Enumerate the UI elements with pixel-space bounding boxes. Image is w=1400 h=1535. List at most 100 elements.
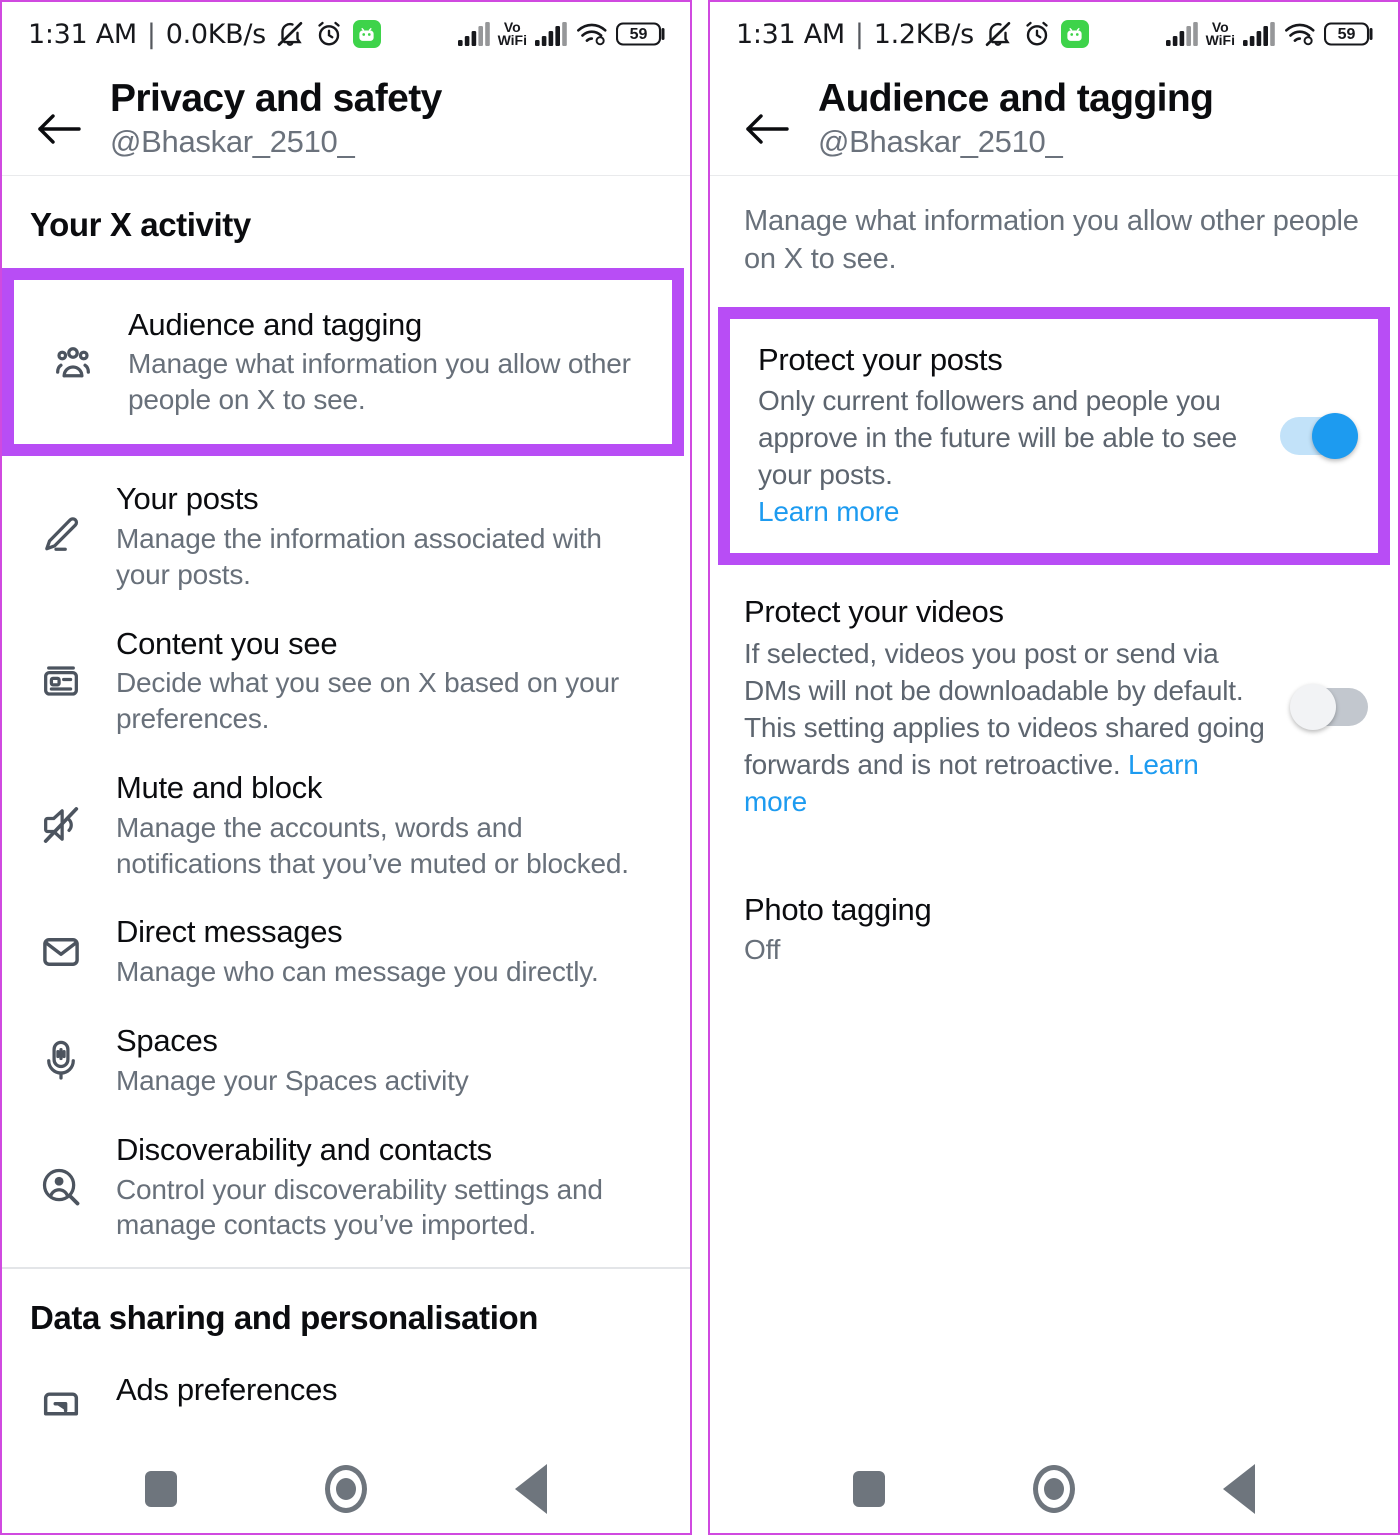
list-item-title: Spaces [116,1023,218,1059]
status-data-rate: 1.2KB/s [873,18,975,50]
speaker-mute-icon [28,802,94,848]
list-item-description: Manage the accounts, words and notificat… [116,811,629,879]
list-item-title: Discoverability and contacts [116,1131,492,1167]
settings-list-left: Your X activity Audience and tagging Man… [2,176,690,1533]
arrow-left-icon [38,114,81,144]
settings-list-right: Manage what information you allow other … [710,176,1398,1533]
setting-body: Photo tagging Off [744,891,1368,966]
status-bar-left: 1:31 AM | 0.0KB/s Vo WiFi 59 [2,2,690,66]
person-search-icon [28,1164,94,1210]
signal-bars-sim2-icon [534,21,568,47]
setting-title: Protect your videos [744,594,1004,630]
list-item-title: Your posts [116,481,259,517]
list-item-body: Discoverability and contacts Control you… [94,1131,666,1243]
section-title-your-x-activity: Your X activity [30,205,251,243]
home-button[interactable] [1033,1465,1075,1513]
status-bar-right: 1:31 AM | 1.2KB/s Vo WiFi 59 [710,2,1398,66]
status-bar-right-cluster: Vo WiFi 59 [457,20,668,48]
list-item-direct-messages[interactable]: Direct messages Manage who can message y… [2,897,690,1006]
vowifi-indicator: Vo WiFi [497,20,527,48]
bell-muted-icon [983,19,1013,49]
wifi-icon [1283,21,1317,47]
status-bar-left-cluster: 1:31 AM | 1.2KB/s [736,19,1089,50]
wifi-icon [575,21,609,47]
list-item-description: Manage who can message you directly. [116,956,599,988]
list-item-ads-preferences[interactable]: Ads preferences [2,1355,690,1451]
list-item-title: Mute and block [116,770,323,805]
alarm-icon [314,19,344,49]
status-time: 1:31 AM [736,18,845,50]
vowifi-wifi-label: WiFi [497,32,527,48]
back-nav-button[interactable] [1223,1464,1255,1514]
status-data-rate: 0.0KB/s [165,18,267,50]
recents-button[interactable] [853,1471,885,1507]
phone-screen-privacy-and-safety: 1:31 AM | 0.0KB/s Vo WiFi 59 Privacy and… [0,0,692,1535]
list-item-description: Manage your Spaces activity [116,1064,469,1096]
setting-value: Off [744,933,781,965]
account-handle: @Bhaskar_2510_ [818,124,1063,160]
list-item-description: Control your discoverability settings an… [116,1173,603,1241]
pencil-icon [28,513,94,559]
toggle-wrapper [1274,413,1358,459]
recents-button[interactable] [145,1471,177,1507]
vowifi-wifi-label: WiFi [1205,32,1235,48]
status-time: 1:31 AM [28,18,137,50]
list-item-spaces[interactable]: Spaces Manage your Spaces activity [2,1006,690,1115]
list-item-mute-and-block[interactable]: Mute and block Manage the accounts, word… [2,753,690,897]
back-button[interactable] [30,100,88,158]
setting-protect-your-videos[interactable]: Protect your videos If selected, videos … [710,575,1398,839]
setting-photo-tagging[interactable]: Photo tagging Off [710,873,1398,984]
list-item-body: Content you see Decide what you see on X… [94,625,666,737]
setting-title: Photo tagging [744,891,932,927]
envelope-icon [28,929,94,975]
learn-more-link[interactable]: Learn more [758,496,899,527]
status-separator: | [146,18,156,50]
setting-description: If selected, videos you post or send via… [744,636,1268,821]
signal-bars-sim1-icon [457,21,491,47]
list-item-title: Content you see [116,625,338,661]
list-item-body: Spaces Manage your Spaces activity [94,1022,666,1099]
setting-title: Protect your posts [758,341,1003,377]
status-separator: | [854,18,864,50]
setting-body: Protect your videos If selected, videos … [744,593,1288,821]
back-nav-button[interactable] [515,1464,547,1514]
status-bar-left-cluster: 1:31 AM | 0.0KB/s [28,19,381,50]
toggle-knob [1312,413,1358,459]
signal-bars-sim2-icon [1242,21,1276,47]
section-title-data-sharing: Data sharing and personalisation [30,1299,538,1337]
toggle-knob [1290,684,1336,731]
setting-description: Only current followers and people you ap… [758,383,1254,531]
header-text-block: Privacy and safety @Bhaskar_2510_ [88,76,442,161]
back-button[interactable] [738,100,796,158]
alarm-icon [1022,19,1052,49]
protect-your-posts-toggle[interactable] [1280,413,1358,459]
home-button[interactable] [325,1465,367,1513]
list-item-body: Direct messages Manage who can message y… [94,913,666,990]
list-item-your-posts[interactable]: Your posts Manage the information associ… [2,464,690,608]
microphone-icon [28,1037,94,1083]
phone-screen-audience-and-tagging: 1:31 AM | 1.2KB/s Vo WiFi 59 Audience an… [708,0,1400,1535]
list-item-description: Decide what you see on X based on your p… [116,667,619,735]
content-card-icon [28,658,94,704]
screenshot-pair: 1:31 AM | 0.0KB/s Vo WiFi 59 Privacy and… [0,0,1400,1535]
page-description: Manage what information you allow other … [744,204,1359,276]
list-item-body: Audience and tagging Manage what informa… [106,306,648,418]
page-title: Privacy and safety [110,77,442,120]
list-item-discoverability-and-contacts[interactable]: Discoverability and contacts Control you… [2,1115,690,1259]
list-item-audience-and-tagging[interactable]: Audience and tagging Manage what informa… [14,280,672,444]
battery-level-text: 59 [1338,26,1356,43]
arrow-left-icon [746,114,789,144]
status-bar-right-cluster: Vo WiFi 59 [1165,20,1376,48]
page-title: Audience and tagging [818,77,1214,120]
setting-protect-your-posts[interactable]: Protect your posts Only current follower… [730,319,1378,554]
protect-your-videos-toggle[interactable] [1290,684,1368,731]
list-item-body: Ads preferences [94,1371,666,1409]
ads-display-icon [28,1380,94,1426]
battery-icon: 59 [1323,20,1376,48]
toggle-wrapper [1288,684,1368,731]
list-item-description: Manage what information you allow other … [128,348,631,416]
vowifi-indicator: Vo WiFi [1205,20,1235,48]
audience-people-icon [40,339,106,385]
list-item-content-you-see[interactable]: Content you see Decide what you see on X… [2,609,690,753]
app-header-right: Audience and tagging @Bhaskar_2510_ [710,66,1398,176]
